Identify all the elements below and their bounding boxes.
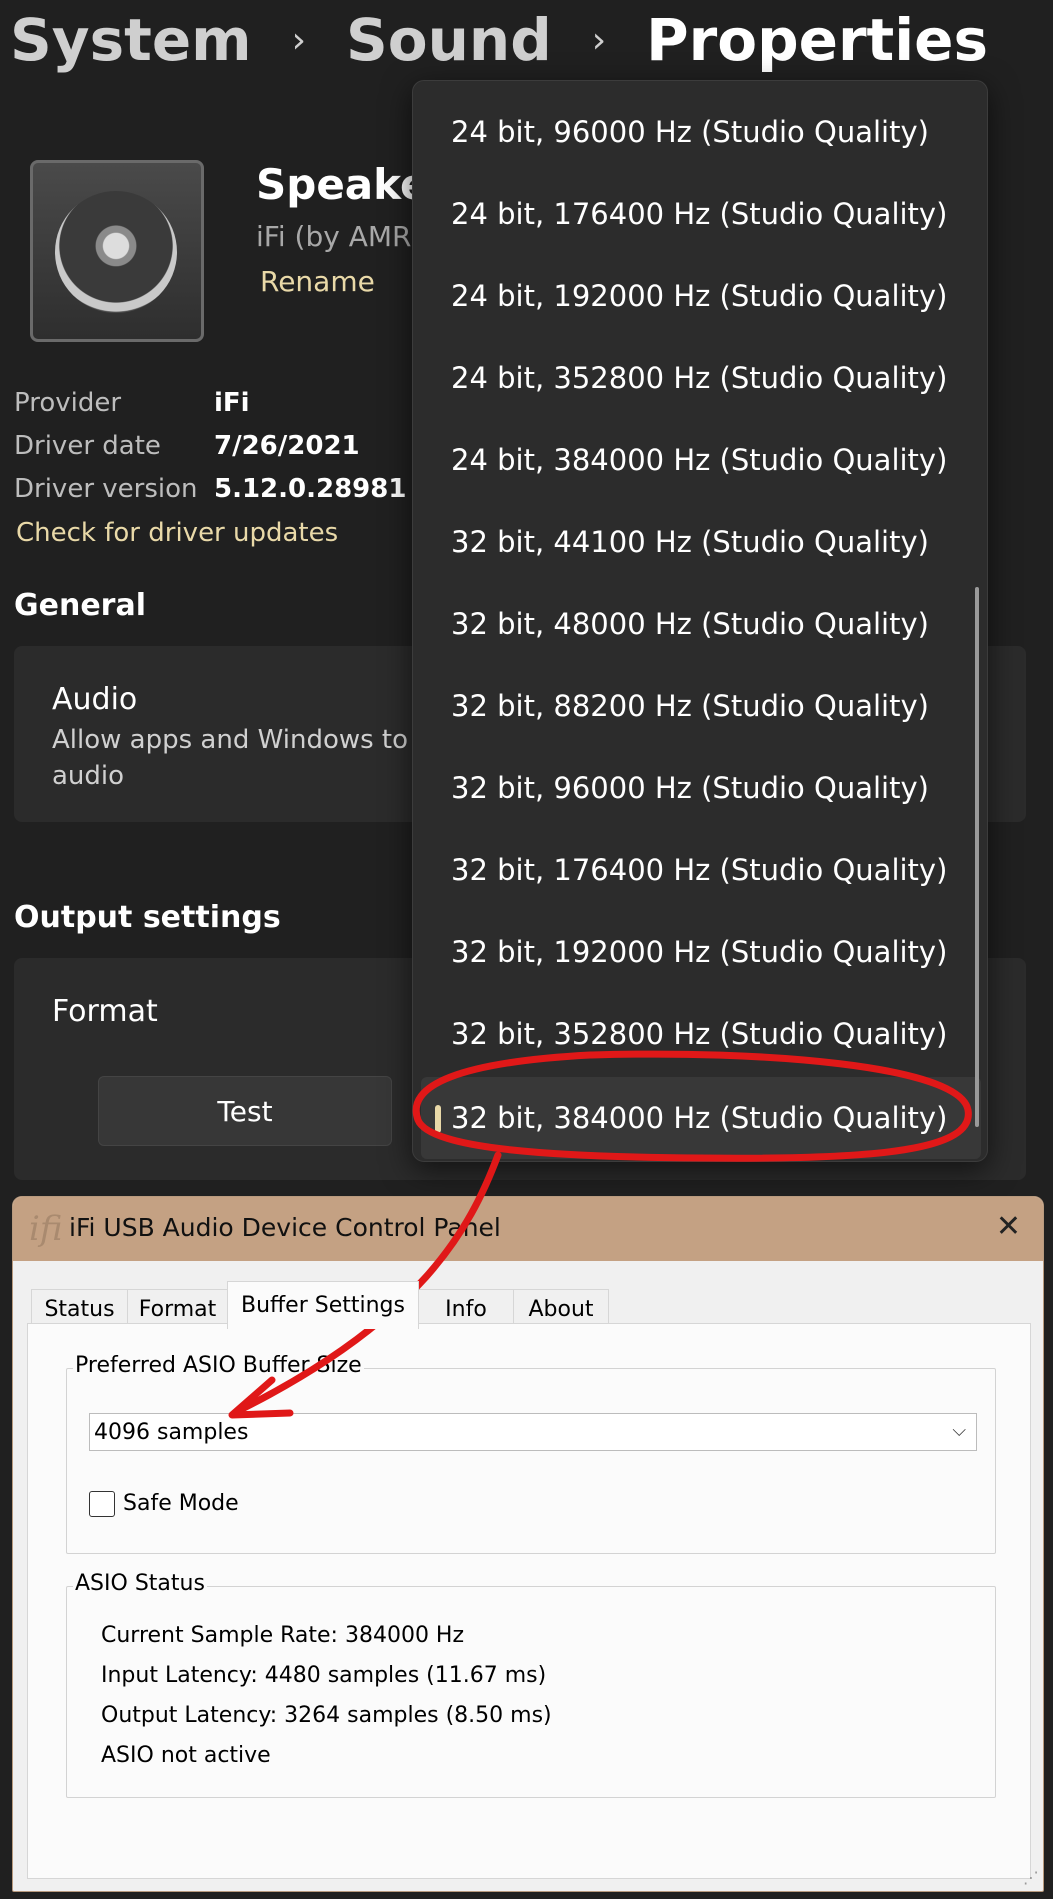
- device-manufacturer: iFi (by AMR): [256, 220, 416, 253]
- current-sample-rate: Current Sample Rate: 384000 Hz: [101, 1623, 465, 1648]
- breadcrumb-separator-icon: ›: [591, 19, 607, 61]
- window-title: iFi USB Audio Device Control Panel: [69, 1213, 501, 1242]
- asio-active-status: ASIO not active: [101, 1743, 271, 1768]
- buffer-size-group: Preferred ASIO Buffer Size 4096 samples …: [66, 1353, 996, 1554]
- provider-value: iFi: [214, 388, 250, 418]
- output-settings-heading: Output settings: [14, 900, 281, 935]
- format-option[interactable]: 32 bit, 352800 Hz (Studio Quality): [413, 993, 973, 1075]
- output-latency: Output Latency: 3264 samples (8.50 ms): [101, 1703, 552, 1728]
- format-option[interactable]: 32 bit, 48000 Hz (Studio Quality): [413, 583, 973, 665]
- resize-grip-icon[interactable]: ⋰: [1023, 1868, 1039, 1887]
- format-option[interactable]: 24 bit, 352800 Hz (Studio Quality): [413, 337, 973, 419]
- breadcrumb: System › Sound › Properties: [10, 0, 988, 80]
- chevron-down-icon: ⌵: [952, 1420, 966, 1441]
- breadcrumb-sound[interactable]: Sound: [346, 6, 552, 74]
- device-name: Speakers: [256, 160, 416, 209]
- format-dropdown-list[interactable]: 24 bit, 96000 Hz (Studio Quality) 24 bit…: [412, 80, 988, 1162]
- buffer-size-group-label: Preferred ASIO Buffer Size: [73, 1353, 364, 1378]
- check-driver-updates-link[interactable]: Check for driver updates: [16, 518, 338, 548]
- asio-status-group-label: ASIO Status: [73, 1571, 207, 1596]
- breadcrumb-separator-icon: ›: [291, 19, 307, 61]
- rename-link[interactable]: Rename: [260, 265, 375, 298]
- safe-mode-checkbox[interactable]: [89, 1491, 115, 1517]
- selection-indicator: [435, 1105, 441, 1133]
- tab-buffer-settings[interactable]: Buffer Settings: [227, 1281, 419, 1329]
- window-titlebar[interactable]: ifi iFi USB Audio Device Control Panel ✕: [13, 1197, 1043, 1261]
- format-option[interactable]: 32 bit, 88200 Hz (Studio Quality): [413, 665, 973, 747]
- buffer-size-value: 4096 samples: [94, 1419, 249, 1445]
- format-option[interactable]: 32 bit, 176400 Hz (Studio Quality): [413, 829, 973, 911]
- audio-description: Allow apps and Windows to u audio: [52, 722, 433, 794]
- format-option[interactable]: 32 bit, 96000 Hz (Studio Quality): [413, 747, 973, 829]
- page-title: Properties: [646, 6, 989, 74]
- audio-description-line2: audio: [52, 761, 125, 791]
- general-heading: General: [14, 588, 146, 623]
- asio-status-group: ASIO Status Current Sample Rate: 384000 …: [66, 1571, 996, 1798]
- driver-date-label: Driver date: [14, 431, 161, 461]
- format-option[interactable]: 24 bit, 192000 Hz (Studio Quality): [413, 255, 973, 337]
- safe-mode-label[interactable]: Safe Mode: [123, 1491, 239, 1516]
- format-option[interactable]: 24 bit, 384000 Hz (Studio Quality): [413, 419, 973, 501]
- input-latency: Input Latency: 4480 samples (11.67 ms): [101, 1663, 547, 1688]
- format-label: Format: [52, 994, 158, 1029]
- ifi-control-panel-window: ifi iFi USB Audio Device Control Panel ✕…: [12, 1196, 1044, 1892]
- audio-description-line1: Allow apps and Windows to u: [52, 725, 433, 755]
- driver-version-label: Driver version: [14, 474, 198, 504]
- driver-date-value: 7/26/2021: [214, 431, 360, 461]
- breadcrumb-system[interactable]: System: [10, 6, 252, 74]
- dropdown-scrollbar[interactable]: [975, 587, 979, 1127]
- format-option-selected-label: 32 bit, 384000 Hz (Studio Quality): [451, 1101, 948, 1135]
- close-icon[interactable]: ✕: [996, 1209, 1021, 1244]
- format-option[interactable]: 24 bit, 176400 Hz (Studio Quality): [413, 173, 973, 255]
- buffer-settings-panel: Preferred ASIO Buffer Size 4096 samples …: [27, 1323, 1031, 1879]
- format-option[interactable]: 32 bit, 192000 Hz (Studio Quality): [413, 911, 973, 993]
- format-option[interactable]: 24 bit, 96000 Hz (Studio Quality): [413, 91, 973, 173]
- test-button[interactable]: Test: [98, 1076, 392, 1146]
- audio-title: Audio: [52, 682, 138, 717]
- format-option[interactable]: 32 bit, 44100 Hz (Studio Quality): [413, 501, 973, 583]
- format-option-selected[interactable]: 32 bit, 384000 Hz (Studio Quality): [421, 1077, 981, 1159]
- provider-label: Provider: [14, 388, 122, 418]
- buffer-size-select[interactable]: 4096 samples ⌵: [89, 1413, 977, 1451]
- ifi-logo-icon: ifi: [29, 1209, 63, 1249]
- driver-version-value: 5.12.0.28981: [214, 474, 407, 504]
- speaker-icon: [30, 160, 204, 342]
